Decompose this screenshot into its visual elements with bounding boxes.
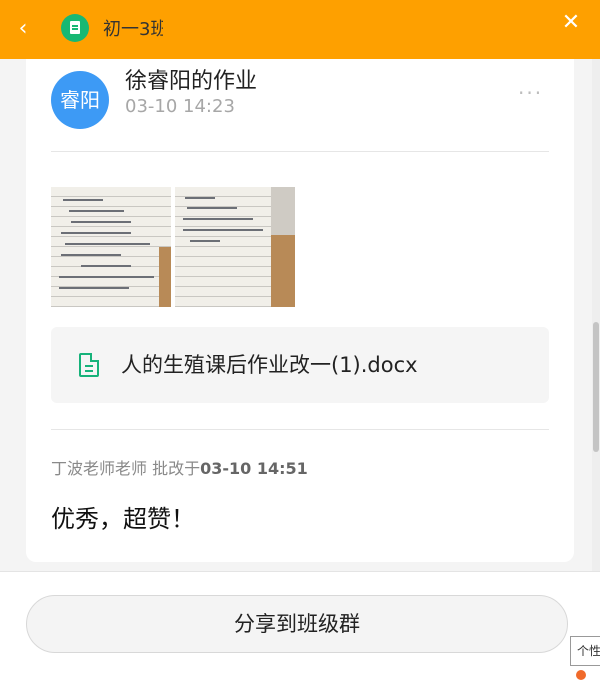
homework-app-icon xyxy=(61,14,89,42)
author-title: 徐睿阳的作业 xyxy=(125,69,258,94)
attachment-docx[interactable]: 人的生殖课后作业改一(1).docx xyxy=(51,327,549,403)
avatar[interactable]: 睿阳 xyxy=(51,71,109,129)
review-action: 批改于 xyxy=(147,459,201,478)
review-info: 丁波老师老师 批改于03-10 14:51 xyxy=(51,455,308,479)
top-bar: ‹ 初一3班 ✕ xyxy=(0,0,600,59)
footer: 分享到班级群 xyxy=(0,571,600,680)
title-container: 初一3班 xyxy=(103,16,163,44)
notification-dot xyxy=(576,670,586,680)
more-options-icon[interactable]: ··· xyxy=(518,81,543,105)
document-icon xyxy=(79,353,99,377)
homework-photo-2[interactable] xyxy=(175,187,295,307)
tooltip: 个性 xyxy=(570,636,600,666)
close-icon[interactable]: ✕ xyxy=(558,10,584,36)
scrollbar[interactable] xyxy=(592,59,600,571)
divider xyxy=(51,151,549,152)
review-time: 03-10 14:51 xyxy=(200,459,308,478)
post-time: 03-10 14:23 xyxy=(125,96,235,117)
scrollbar-thumb[interactable] xyxy=(593,322,599,452)
reviewer-name: 丁波老师老师 xyxy=(51,459,148,478)
back-icon[interactable]: ‹ xyxy=(10,14,36,44)
share-to-class-button[interactable]: 分享到班级群 xyxy=(26,595,568,653)
homework-photo-1[interactable] xyxy=(51,187,171,307)
divider xyxy=(51,429,549,430)
review-comment: 优秀，超赞！ xyxy=(51,505,195,533)
homework-card: 睿阳 徐睿阳的作业 03-10 14:23 ··· 人的生殖课后作业改一(1).… xyxy=(26,59,574,562)
attachment-name: 人的生殖课后作业改一(1).docx xyxy=(121,353,418,377)
page-title: 初一3班 xyxy=(103,19,163,40)
